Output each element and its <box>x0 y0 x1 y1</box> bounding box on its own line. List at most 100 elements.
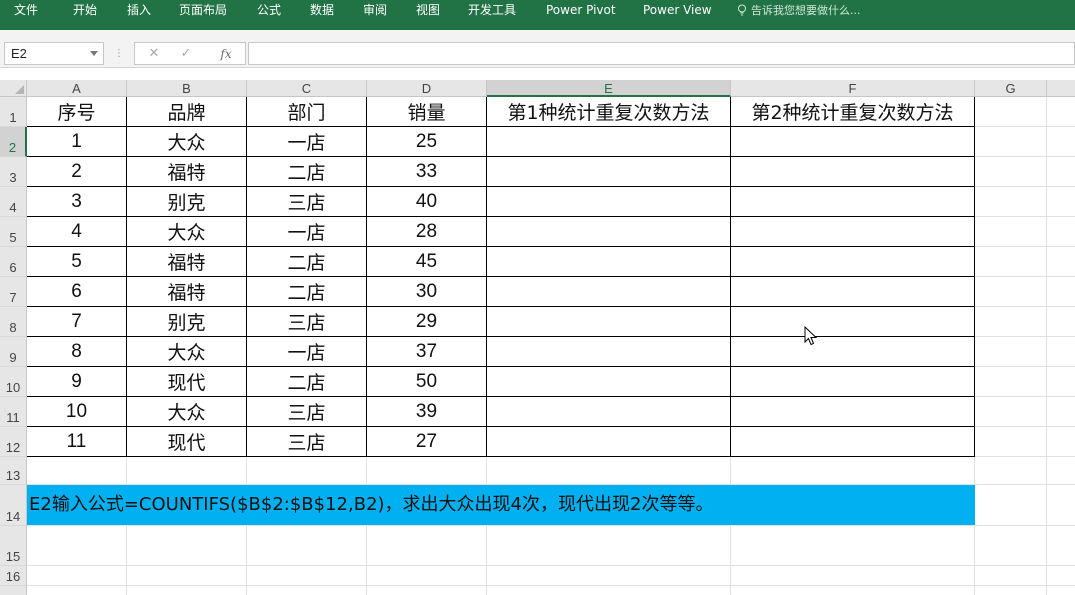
cancel-icon[interactable]: ✕ <box>141 44 167 64</box>
tab-power-view[interactable]: Power View <box>643 0 712 30</box>
cell-seq[interactable]: 5 <box>27 247 127 277</box>
formula-input[interactable] <box>248 42 1075 65</box>
cell-dept[interactable]: 二店 <box>247 367 367 397</box>
row-header-3[interactable]: 3 <box>0 157 27 187</box>
cell-dept[interactable]: 三店 <box>247 187 367 217</box>
tab-page-layout[interactable]: 页面布局 <box>179 0 227 30</box>
cell-dept[interactable]: 一店 <box>247 217 367 247</box>
tab-data[interactable]: 数据 <box>310 0 334 30</box>
row-header-7[interactable]: 7 <box>0 277 27 307</box>
cell-method-1[interactable] <box>487 367 731 397</box>
column-header-d[interactable]: D <box>367 80 487 97</box>
cell-seq[interactable]: 2 <box>27 157 127 187</box>
cell-seq[interactable]: 11 <box>27 427 127 457</box>
cell-seq[interactable]: 1 <box>27 127 127 157</box>
row-header-10[interactable]: 10 <box>0 367 27 397</box>
header-method-2[interactable]: 第2种统计重复次数方法 <box>731 97 975 127</box>
cell-method-2[interactable] <box>731 277 975 307</box>
row-header-13[interactable]: 13 <box>0 457 27 485</box>
cell-method-1[interactable] <box>487 187 731 217</box>
row-header-2[interactable]: 2 <box>0 127 27 157</box>
row-header-4[interactable]: 4 <box>0 187 27 217</box>
column-header-g[interactable]: G <box>975 80 1047 97</box>
cell-method-2[interactable] <box>731 337 975 367</box>
cell-method-2[interactable] <box>731 367 975 397</box>
worksheet-grid[interactable]: 序号 品牌 部门 销量 第1种统计重复次数方法 第2种统计重复次数方法 1 大众 一店 25 2 福特… <box>27 97 1075 595</box>
header-seq[interactable]: 序号 <box>27 97 127 127</box>
cell-method-2[interactable] <box>731 307 975 337</box>
cell-dept[interactable]: 三店 <box>247 307 367 337</box>
row-header-8[interactable]: 8 <box>0 307 27 337</box>
insert-function-icon[interactable]: fx <box>213 44 239 64</box>
tab-insert[interactable]: 插入 <box>127 0 151 30</box>
cell-brand[interactable]: 大众 <box>127 127 247 157</box>
cell-dept[interactable]: 二店 <box>247 277 367 307</box>
cell-method-2[interactable] <box>731 217 975 247</box>
cell-brand[interactable]: 别克 <box>127 187 247 217</box>
header-method-1[interactable]: 第1种统计重复次数方法 <box>487 97 731 127</box>
cell-method-2[interactable] <box>731 157 975 187</box>
cell-method-1[interactable] <box>487 397 731 427</box>
cell-dept[interactable]: 一店 <box>247 337 367 367</box>
chevron-down-icon[interactable] <box>90 51 98 56</box>
cell-method-2[interactable] <box>731 187 975 217</box>
cell-seq[interactable]: 3 <box>27 187 127 217</box>
drag-handle-icon[interactable]: ⋮ <box>114 44 124 63</box>
cell-method-2[interactable] <box>731 127 975 157</box>
tab-view[interactable]: 视图 <box>416 0 440 30</box>
cell-method-1[interactable] <box>487 277 731 307</box>
cell-method-2[interactable] <box>731 247 975 277</box>
cell-seq[interactable]: 10 <box>27 397 127 427</box>
tab-developer[interactable]: 开发工具 <box>468 0 516 30</box>
row-header-5[interactable]: 5 <box>0 217 27 247</box>
cell-sales[interactable]: 39 <box>367 397 487 427</box>
row-header-14[interactable]: 14 <box>0 485 27 526</box>
cell-sales[interactable]: 37 <box>367 337 487 367</box>
tab-power-pivot[interactable]: Power Pivot <box>546 0 616 30</box>
tell-me-search[interactable]: 告诉我您想要做什么... <box>737 0 861 30</box>
cell-dept[interactable]: 二店 <box>247 157 367 187</box>
enter-icon[interactable]: ✓ <box>173 44 199 64</box>
cell-method-1[interactable] <box>487 217 731 247</box>
row-header-15[interactable]: 15 <box>0 526 27 566</box>
row-header-9[interactable]: 9 <box>0 337 27 367</box>
cell-seq[interactable]: 4 <box>27 217 127 247</box>
column-header-c[interactable]: C <box>247 80 367 97</box>
cell-dept[interactable]: 二店 <box>247 247 367 277</box>
cell-seq[interactable]: 8 <box>27 337 127 367</box>
column-header-b[interactable]: B <box>127 80 247 97</box>
cell-brand[interactable]: 大众 <box>127 337 247 367</box>
cell-sales[interactable]: 28 <box>367 217 487 247</box>
cell-sales[interactable]: 30 <box>367 277 487 307</box>
tab-formulas[interactable]: 公式 <box>257 0 281 30</box>
cell-dept[interactable]: 三店 <box>247 397 367 427</box>
cell-brand[interactable]: 现代 <box>127 367 247 397</box>
header-brand[interactable]: 品牌 <box>127 97 247 127</box>
column-header-a[interactable]: A <box>27 80 127 97</box>
cell-method-1[interactable] <box>487 157 731 187</box>
column-header-e[interactable]: E <box>487 80 731 97</box>
name-box[interactable]: E2 <box>4 42 104 65</box>
header-sales[interactable]: 销量 <box>367 97 487 127</box>
cell-dept[interactable]: 一店 <box>247 127 367 157</box>
cell-method-1[interactable] <box>487 307 731 337</box>
tab-home[interactable]: 开始 <box>73 0 97 30</box>
cell-sales[interactable]: 25 <box>367 127 487 157</box>
cell-brand[interactable]: 现代 <box>127 427 247 457</box>
cell-seq[interactable]: 7 <box>27 307 127 337</box>
cell-brand[interactable]: 福特 <box>127 247 247 277</box>
cell-brand[interactable]: 福特 <box>127 157 247 187</box>
cell-sales[interactable]: 45 <box>367 247 487 277</box>
cell-method-1[interactable] <box>487 337 731 367</box>
cell-seq[interactable]: 9 <box>27 367 127 397</box>
tab-review[interactable]: 审阅 <box>363 0 387 30</box>
cell-sales[interactable]: 50 <box>367 367 487 397</box>
column-header-f[interactable]: F <box>731 80 975 97</box>
cell-sales[interactable]: 27 <box>367 427 487 457</box>
cell-brand[interactable]: 大众 <box>127 217 247 247</box>
cell-sales[interactable]: 33 <box>367 157 487 187</box>
cell-brand[interactable]: 大众 <box>127 397 247 427</box>
select-all-button[interactable] <box>0 80 27 97</box>
row-header-16[interactable]: 16 <box>0 566 27 586</box>
cell-method-1[interactable] <box>487 127 731 157</box>
